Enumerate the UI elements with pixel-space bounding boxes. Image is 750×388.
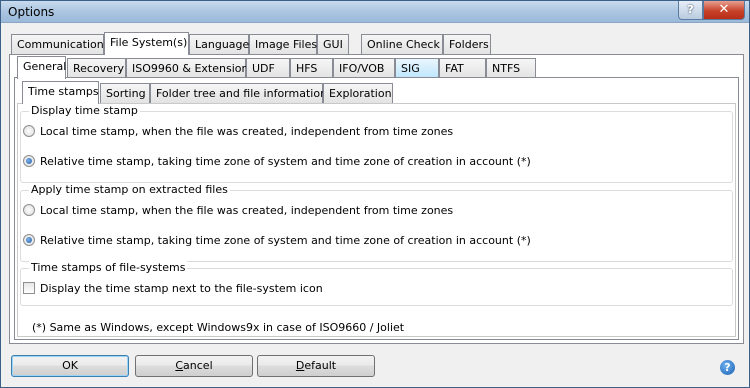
button-bar: OK Cancel Default ?: [3, 347, 747, 386]
tab-fat[interactable]: FAT: [439, 58, 486, 78]
tab-time-stamps[interactable]: Time stamps: [22, 81, 99, 104]
ok-label: OK: [62, 359, 78, 372]
tab-ifo-vob[interactable]: IFO/VOB: [333, 58, 395, 78]
radio-checked-icon[interactable]: [23, 155, 35, 167]
apply-time-stamp-group: Apply time stamp on extracted files Loca…: [20, 183, 733, 262]
display-local-label: Local time stamp, when the file was crea…: [40, 124, 454, 138]
apply-relative-label: Relative time stamp, taking time zone of…: [40, 233, 531, 247]
tab-folder-tree[interactable]: Folder tree and file information: [150, 83, 327, 103]
tab-exploration[interactable]: Exploration: [323, 83, 393, 103]
display-time-stamp-checkbox[interactable]: Display the time stamp next to the file-…: [23, 281, 323, 295]
default-label: efault: [304, 359, 337, 372]
general-pane: Time stamps Sorting Folder tree and file…: [14, 77, 739, 340]
tab-sig[interactable]: SIG: [395, 58, 439, 78]
apply-local-option[interactable]: Local time stamp, when the file was crea…: [23, 203, 453, 217]
time-stamps-pane: Display time stamp Local time stamp, whe…: [17, 103, 736, 337]
apply-local-label: Local time stamp, when the file was crea…: [40, 203, 454, 217]
tab-ntfs[interactable]: NTFS: [486, 58, 536, 78]
tab-image-files[interactable]: Image Files: [249, 34, 317, 54]
cancel-button[interactable]: Cancel: [135, 355, 253, 377]
radio-icon[interactable]: [23, 125, 35, 137]
tab-udf[interactable]: UDF: [246, 58, 290, 78]
tab-gui[interactable]: GUI: [317, 34, 349, 54]
tab-sorting[interactable]: Sorting: [100, 83, 150, 103]
main-tab-row: Communication File System(s) Language Im…: [3, 32, 747, 55]
fs-time-stamps-group: Time stamps of file-systems Display the …: [20, 261, 733, 306]
tab-recovery[interactable]: Recovery: [67, 58, 126, 78]
radio-icon[interactable]: [23, 204, 35, 216]
title-bar[interactable]: Options ? ✕: [1, 1, 749, 23]
checkbox-icon[interactable]: [23, 282, 35, 294]
display-relative-option[interactable]: Relative time stamp, taking time zone of…: [23, 154, 531, 168]
general-tab-row: Time stamps Sorting Folder tree and file…: [19, 81, 739, 104]
display-time-stamp-group: Display time stamp Local time stamp, whe…: [20, 104, 733, 183]
close-button[interactable]: ✕: [703, 1, 745, 20]
fs-tab-row: General Recovery ISO9960 & Extensions UD…: [15, 56, 735, 79]
tab-folders[interactable]: Folders: [443, 34, 491, 54]
checkbox-label: Display the time stamp next to the file-…: [40, 281, 323, 295]
tab-file-systems[interactable]: File System(s): [104, 32, 189, 55]
help-icon[interactable]: ?: [720, 360, 735, 375]
ok-button[interactable]: OK: [11, 355, 129, 377]
fs-group-title: Time stamps of file-systems: [29, 261, 188, 274]
radio-checked-icon[interactable]: [23, 234, 35, 246]
tab-general[interactable]: General: [17, 56, 66, 79]
cancel-label: ancel: [183, 359, 213, 372]
tab-hfs[interactable]: HFS: [290, 58, 333, 78]
default-button[interactable]: Default: [257, 355, 375, 377]
display-relative-label: Relative time stamp, taking time zone of…: [40, 154, 531, 168]
apply-relative-option[interactable]: Relative time stamp, taking time zone of…: [23, 233, 531, 247]
file-systems-pane: General Recovery ISO9960 & Extensions UD…: [9, 54, 744, 344]
cancel-accel: C: [175, 359, 184, 372]
display-group-title: Display time stamp: [29, 104, 140, 117]
footnote: (*) Same as Windows, except Windows9x in…: [32, 321, 405, 334]
tab-online-check[interactable]: Online Check: [361, 34, 443, 54]
apply-group-title: Apply time stamp on extracted files: [29, 183, 230, 196]
tab-iso9960[interactable]: ISO9960 & Extensions: [126, 58, 254, 78]
display-local-option[interactable]: Local time stamp, when the file was crea…: [23, 124, 453, 138]
help-title-button[interactable]: ?: [678, 1, 703, 20]
dialog-client: Communication File System(s) Language Im…: [3, 24, 747, 386]
window-title: Options: [8, 5, 55, 19]
options-window: Options ? ✕ Communication File System(s)…: [0, 0, 750, 388]
tab-language[interactable]: Language: [189, 34, 249, 54]
tab-communication[interactable]: Communication: [11, 34, 104, 54]
